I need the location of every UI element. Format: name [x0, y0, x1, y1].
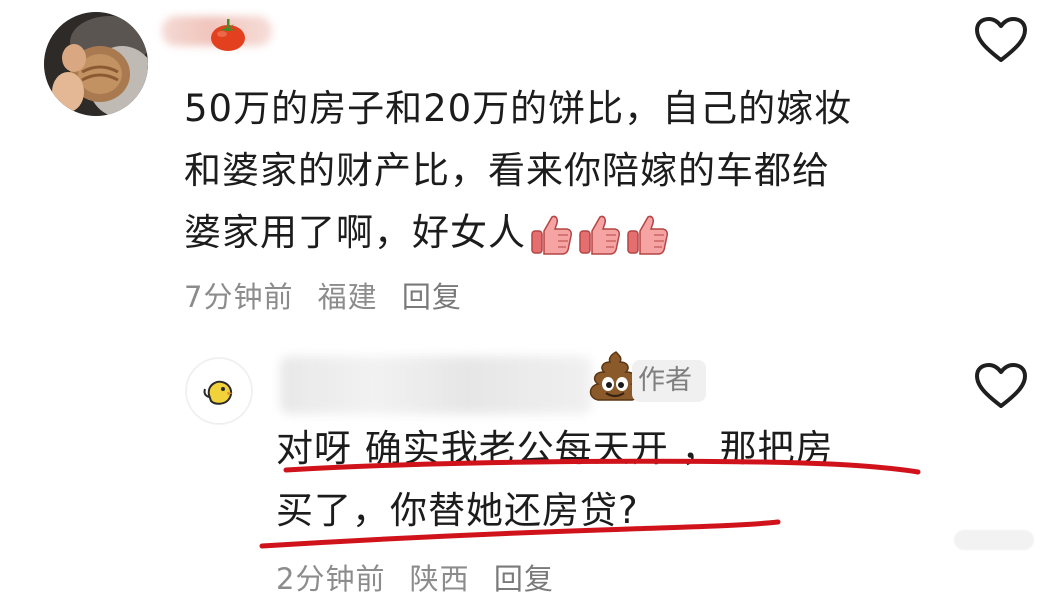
reply-line: 买了，你替她还房贷? — [276, 489, 639, 532]
reply-meta: 2分钟前 陕西 回复 — [276, 556, 568, 598]
comment-meta: 7分钟前 福建 回复 — [184, 274, 476, 316]
tomato-icon — [208, 16, 248, 52]
comment-line: 和婆家的财产比，看来你陪嫁的车都给 — [184, 149, 830, 192]
comment-line: 50万的房子和20万的饼比，自己的嫁妆 — [184, 87, 853, 130]
comment-location: 福建 — [317, 280, 378, 314]
comment-time: 7分钟前 — [184, 280, 294, 314]
author-badge: 作者 — [632, 360, 706, 402]
commenter-avatar[interactable] — [44, 12, 148, 116]
reply-button[interactable]: 回复 — [402, 280, 462, 314]
comment-thread: 50万的房子和20万的饼比，自己的嫁妆 和婆家的财产比，看来你陪嫁的车都给 婆家… — [0, 0, 1048, 600]
thumbs-up-icon — [627, 215, 668, 255]
thumbs-up-icon — [579, 215, 620, 255]
like-heart-icon[interactable] — [974, 16, 1028, 64]
reply-time: 2分钟前 — [276, 562, 386, 596]
reply-line: 对呀 确实我老公每天开 ，那把房 — [276, 427, 834, 470]
reply-button[interactable]: 回复 — [494, 562, 554, 596]
comment-line: 婆家用了啊，好女人 — [184, 202, 944, 264]
reply-body: 对呀 确实我老公每天开 ，那把房 买了，你替她还房贷? — [276, 418, 956, 542]
watermark — [954, 530, 1034, 550]
reply-location: 陕西 — [409, 562, 470, 596]
thumbs-up-icon — [531, 215, 572, 255]
comment-body: 50万的房子和20万的饼比，自己的嫁妆 和婆家的财产比，看来你陪嫁的车都给 婆家… — [184, 78, 944, 264]
like-heart-icon[interactable] — [974, 362, 1028, 410]
thumbs-up-emoji-group — [528, 213, 672, 257]
reply-author-avatar[interactable] — [186, 358, 252, 424]
reply-author-username-redacted[interactable] — [280, 356, 592, 414]
